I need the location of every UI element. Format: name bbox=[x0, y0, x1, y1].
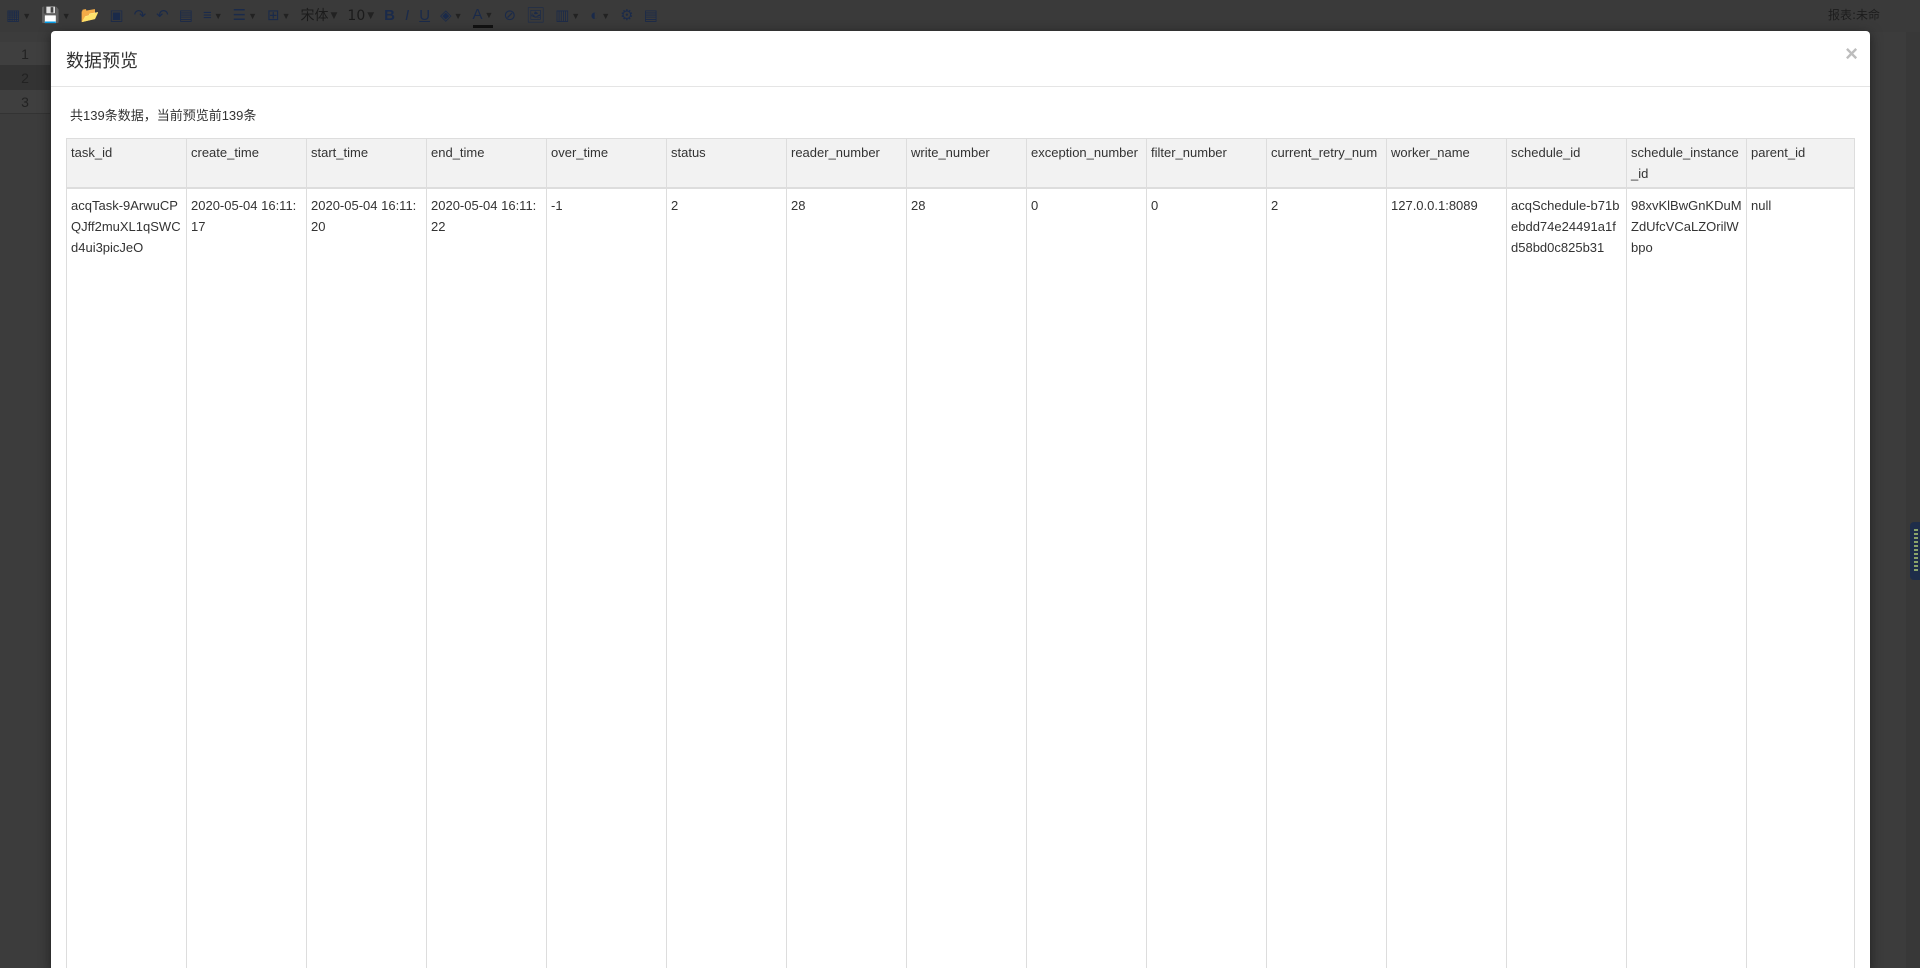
border-icon[interactable]: ⊞ ▼ bbox=[267, 4, 291, 28]
new-icon[interactable]: ▦ ▼ bbox=[6, 4, 31, 28]
column-header: schedule_id bbox=[1506, 138, 1627, 189]
column-header: schedule_instance_id bbox=[1626, 138, 1747, 189]
column-header: current_retry_num bbox=[1266, 138, 1387, 189]
preview-table: task_id create_time start_time end_time … bbox=[66, 138, 1855, 968]
preview-table-wrapper[interactable]: task_id create_time start_time end_time … bbox=[66, 138, 1855, 968]
row-header[interactable]: 2 bbox=[0, 66, 50, 90]
dialog-body: 共139条数据，当前预览前139条 task_id create_time st… bbox=[51, 87, 1870, 968]
column-header: filter_number bbox=[1146, 138, 1267, 189]
dialog-header: 数据预览 × bbox=[51, 31, 1870, 87]
column-header: write_number bbox=[906, 138, 1027, 189]
open-icon[interactable]: 📂 bbox=[81, 4, 100, 28]
dialog-title: 数据预览 bbox=[66, 51, 138, 71]
table-cell: 127.0.0.1:8089 bbox=[1386, 187, 1507, 968]
undo-icon[interactable]: ↶ bbox=[156, 4, 169, 28]
column-header: status bbox=[666, 138, 787, 189]
table-cell: null bbox=[1746, 187, 1855, 968]
column-header: over_time bbox=[546, 138, 667, 189]
column-header: parent_id bbox=[1746, 138, 1855, 189]
preview-icon[interactable]: ▣ bbox=[109, 4, 123, 28]
grid-icon[interactable]: ▤ bbox=[179, 4, 193, 28]
table-cell: 2 bbox=[666, 187, 787, 968]
column-header: start_time bbox=[306, 138, 427, 189]
side-panel-handle[interactable] bbox=[1910, 522, 1920, 580]
column-header: exception_number bbox=[1026, 138, 1147, 189]
font-name-select[interactable]: 宋体 ▼ bbox=[301, 4, 338, 28]
table-header-row: task_id create_time start_time end_time … bbox=[66, 138, 1855, 189]
table-cell: -1 bbox=[546, 187, 667, 968]
table-cell: 0 bbox=[1146, 187, 1267, 968]
table-cell: 28 bbox=[906, 187, 1027, 968]
table-row: acqTask-9ArwuCPQJff2muXL1qSWCd4ui3picJeO… bbox=[66, 187, 1855, 968]
column-header: worker_name bbox=[1386, 138, 1507, 189]
table-cell: 28 bbox=[786, 187, 907, 968]
record-count-summary: 共139条数据，当前预览前139条 bbox=[70, 108, 257, 123]
font-color-icon[interactable]: A ▼ bbox=[472, 4, 494, 28]
bold-icon[interactable]: B bbox=[384, 4, 395, 28]
font-size-select[interactable]: 10 ▼ bbox=[347, 4, 374, 28]
close-icon[interactable]: × bbox=[1845, 43, 1858, 65]
table-cell: 0 bbox=[1026, 187, 1147, 968]
page-scrollbar[interactable] bbox=[1906, 32, 1920, 968]
underline-icon[interactable]: U bbox=[419, 4, 430, 28]
table-cell: 98xvKlBwGnKDuMZdUfcVCaLZOrilWbpo bbox=[1626, 187, 1747, 968]
table-cell: 2 bbox=[1266, 187, 1387, 968]
row-header[interactable]: 3 bbox=[0, 90, 50, 114]
column-header: create_time bbox=[186, 138, 307, 189]
editor-toolbar: ▦ ▼ 💾 ▼ 📂 ▣ ↷ ↶ ▤ ≡ ▼ ☰ ▼ ⊞ ▼ 宋体 ▼ 10 ▼ B I U ◈… bbox=[0, 0, 1920, 32]
globe-icon[interactable]: ◐ ▼ bbox=[590, 4, 610, 28]
column-header: end_time bbox=[426, 138, 547, 189]
table-cell: acqSchedule-b71bebdd74e24491a1fd58bd0c82… bbox=[1506, 187, 1627, 968]
clear-icon[interactable]: ⊘ bbox=[503, 4, 516, 28]
column-header: task_id bbox=[66, 138, 187, 189]
font-size-value: 10 bbox=[347, 8, 366, 24]
table-cell: 2020-05-04 16:11:20 bbox=[306, 187, 427, 968]
row-header[interactable]: 1 bbox=[0, 42, 50, 66]
font-color-glyph: A bbox=[472, 5, 483, 23]
chart-icon[interactable]: ▥ ▼ bbox=[555, 4, 580, 28]
image-icon[interactable]: 🖼 bbox=[526, 4, 545, 28]
font-name-value: 宋体 bbox=[300, 8, 329, 24]
redo-icon[interactable]: ↷ bbox=[134, 4, 147, 28]
italic-icon[interactable]: I bbox=[405, 4, 409, 28]
table-cell: acqTask-9ArwuCPQJff2muXL1qSWCd4ui3picJeO bbox=[66, 187, 187, 968]
save-icon[interactable]: 💾 ▼ bbox=[41, 4, 71, 28]
list-icon[interactable]: ▤ bbox=[644, 4, 658, 28]
sheet-row-headers: 1 2 3 bbox=[0, 42, 50, 114]
align-center-icon[interactable]: ≡ ▼ bbox=[203, 4, 223, 28]
align-left-icon[interactable]: ☰ ▼ bbox=[233, 4, 257, 28]
report-name: 报表:未命 bbox=[1827, 8, 1880, 22]
table-cell: 2020-05-04 16:11:17 bbox=[186, 187, 307, 968]
table-cell: 2020-05-04 16:11:22 bbox=[426, 187, 547, 968]
fill-color-icon[interactable]: ◈ ▼ bbox=[440, 4, 462, 28]
settings-icon[interactable]: ⚙ bbox=[620, 4, 633, 28]
data-preview-dialog: 数据预览 × 共139条数据，当前预览前139条 task_id create_… bbox=[51, 31, 1870, 968]
column-header: reader_number bbox=[786, 138, 907, 189]
